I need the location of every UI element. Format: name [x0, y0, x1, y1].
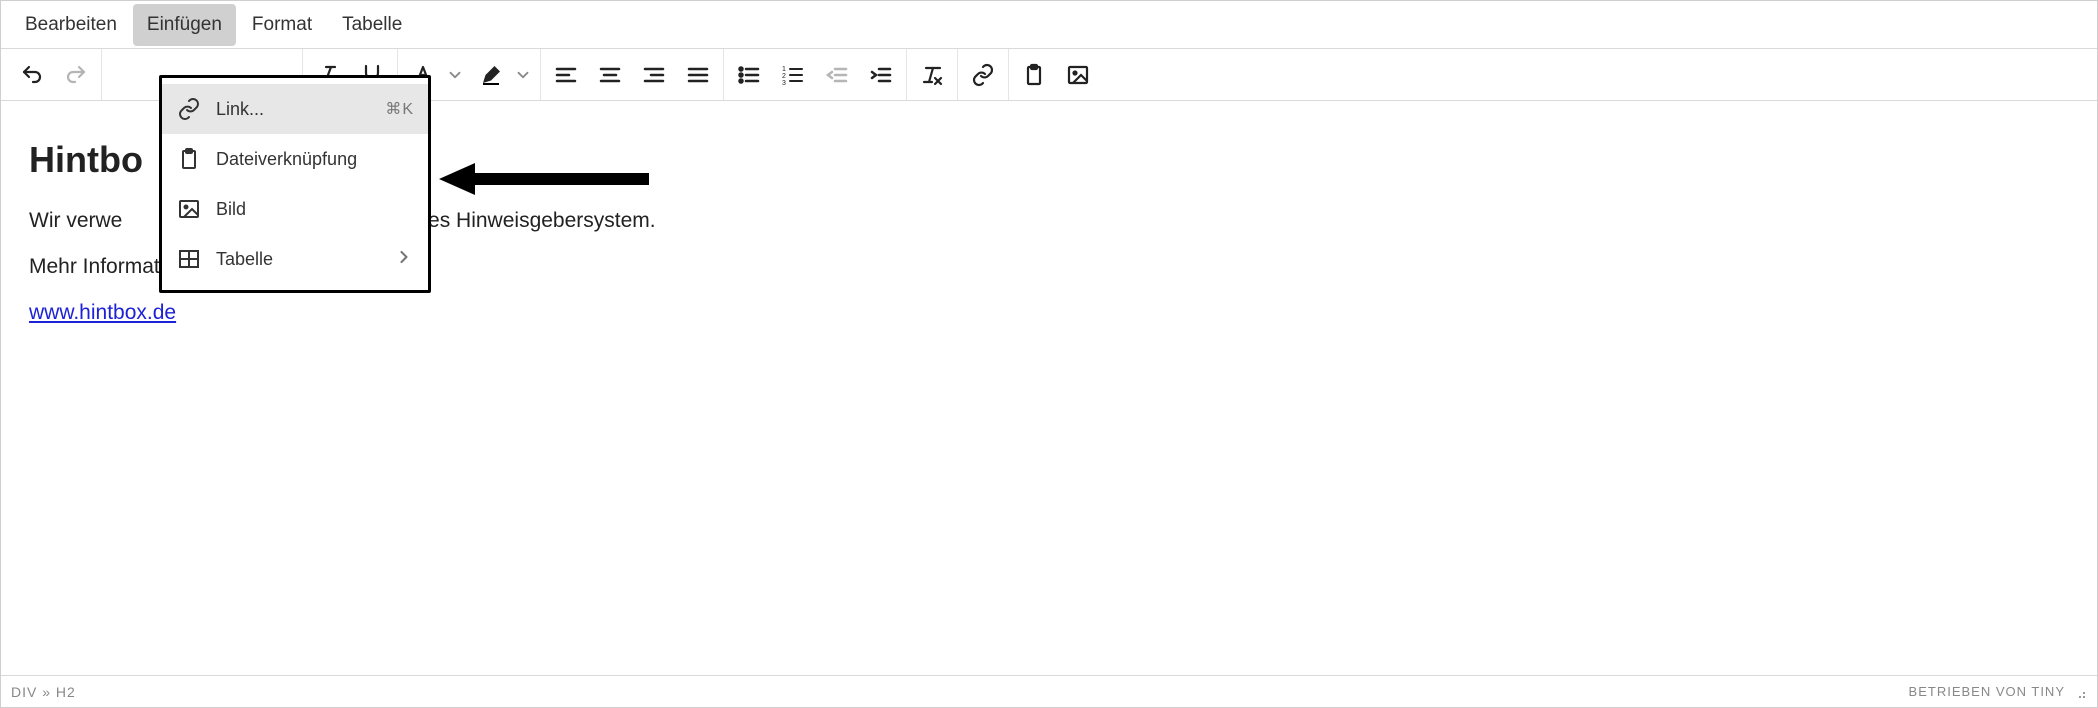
dropdown-item-table[interactable]: Tabelle: [162, 234, 428, 284]
content-link[interactable]: www.hintbox.de: [29, 301, 176, 324]
status-bar: DIV » H2 BETRIEBEN VON TINY: [1, 675, 2097, 707]
numbered-list-button[interactable]: 123: [774, 56, 812, 94]
align-left-icon: [554, 63, 578, 87]
paste-icon: [176, 146, 202, 172]
indent-button[interactable]: [862, 56, 900, 94]
link-icon: [971, 63, 995, 87]
powered-by-label: BETRIEBEN VON TINY: [1909, 684, 2065, 699]
undo-icon: [20, 63, 44, 87]
dropdown-label: Dateiverknüpfung: [216, 149, 414, 170]
bullet-list-button[interactable]: [730, 56, 768, 94]
link-icon: [176, 96, 202, 122]
align-center-icon: [598, 63, 622, 87]
dropdown-label: Tabelle: [216, 249, 380, 270]
menu-insert[interactable]: Einfügen: [133, 4, 236, 46]
image-button[interactable]: [1059, 56, 1097, 94]
paste-icon: [1022, 63, 1046, 87]
chevron-down-icon: [446, 66, 464, 84]
menu-edit[interactable]: Bearbeiten: [11, 4, 131, 46]
svg-text:2: 2: [782, 73, 786, 80]
redo-icon: [64, 63, 88, 87]
chevron-right-icon: [394, 247, 414, 272]
highlight-button[interactable]: [472, 56, 510, 94]
undo-button[interactable]: [13, 56, 51, 94]
highlight-icon: [479, 63, 503, 87]
resize-grip-icon[interactable]: [2071, 684, 2087, 700]
outdent-icon: [825, 63, 849, 87]
chevron-down-icon: [514, 66, 532, 84]
indent-icon: [869, 63, 893, 87]
image-icon: [176, 196, 202, 222]
dropdown-label: Link...: [216, 99, 371, 120]
align-justify-button[interactable]: [679, 56, 717, 94]
image-icon: [1066, 63, 1090, 87]
editor-container: Bearbeiten Einfügen Format Tabelle: [0, 0, 2098, 708]
clear-format-button[interactable]: [913, 56, 951, 94]
align-center-button[interactable]: [591, 56, 629, 94]
redo-button[interactable]: [57, 56, 95, 94]
align-right-button[interactable]: [635, 56, 673, 94]
svg-text:1: 1: [782, 66, 786, 73]
paste-button[interactable]: [1015, 56, 1053, 94]
highlight-dropdown[interactable]: [512, 56, 534, 94]
menu-table[interactable]: Tabelle: [328, 4, 416, 46]
dropdown-item-file-link[interactable]: Dateiverknüpfung: [162, 134, 428, 184]
dropdown-item-link[interactable]: Link... ⌘K: [162, 84, 428, 134]
element-path[interactable]: DIV » H2: [11, 684, 76, 700]
insert-dropdown: Link... ⌘K Dateiverknüpfung Bild Tabelle: [159, 75, 431, 293]
menu-bar: Bearbeiten Einfügen Format Tabelle: [1, 1, 2097, 49]
align-left-button[interactable]: [547, 56, 585, 94]
numbered-list-icon: 123: [781, 63, 805, 87]
menu-format[interactable]: Format: [238, 4, 326, 46]
clear-format-icon: [920, 63, 944, 87]
dropdown-label: Bild: [216, 199, 414, 220]
dropdown-item-image[interactable]: Bild: [162, 184, 428, 234]
align-right-icon: [642, 63, 666, 87]
link-button[interactable]: [964, 56, 1002, 94]
align-justify-icon: [686, 63, 710, 87]
bullet-list-icon: [737, 63, 761, 87]
outdent-button[interactable]: [818, 56, 856, 94]
text-color-dropdown[interactable]: [444, 56, 466, 94]
dropdown-shortcut: ⌘K: [385, 99, 414, 119]
svg-text:3: 3: [782, 80, 786, 87]
table-icon: [176, 246, 202, 272]
